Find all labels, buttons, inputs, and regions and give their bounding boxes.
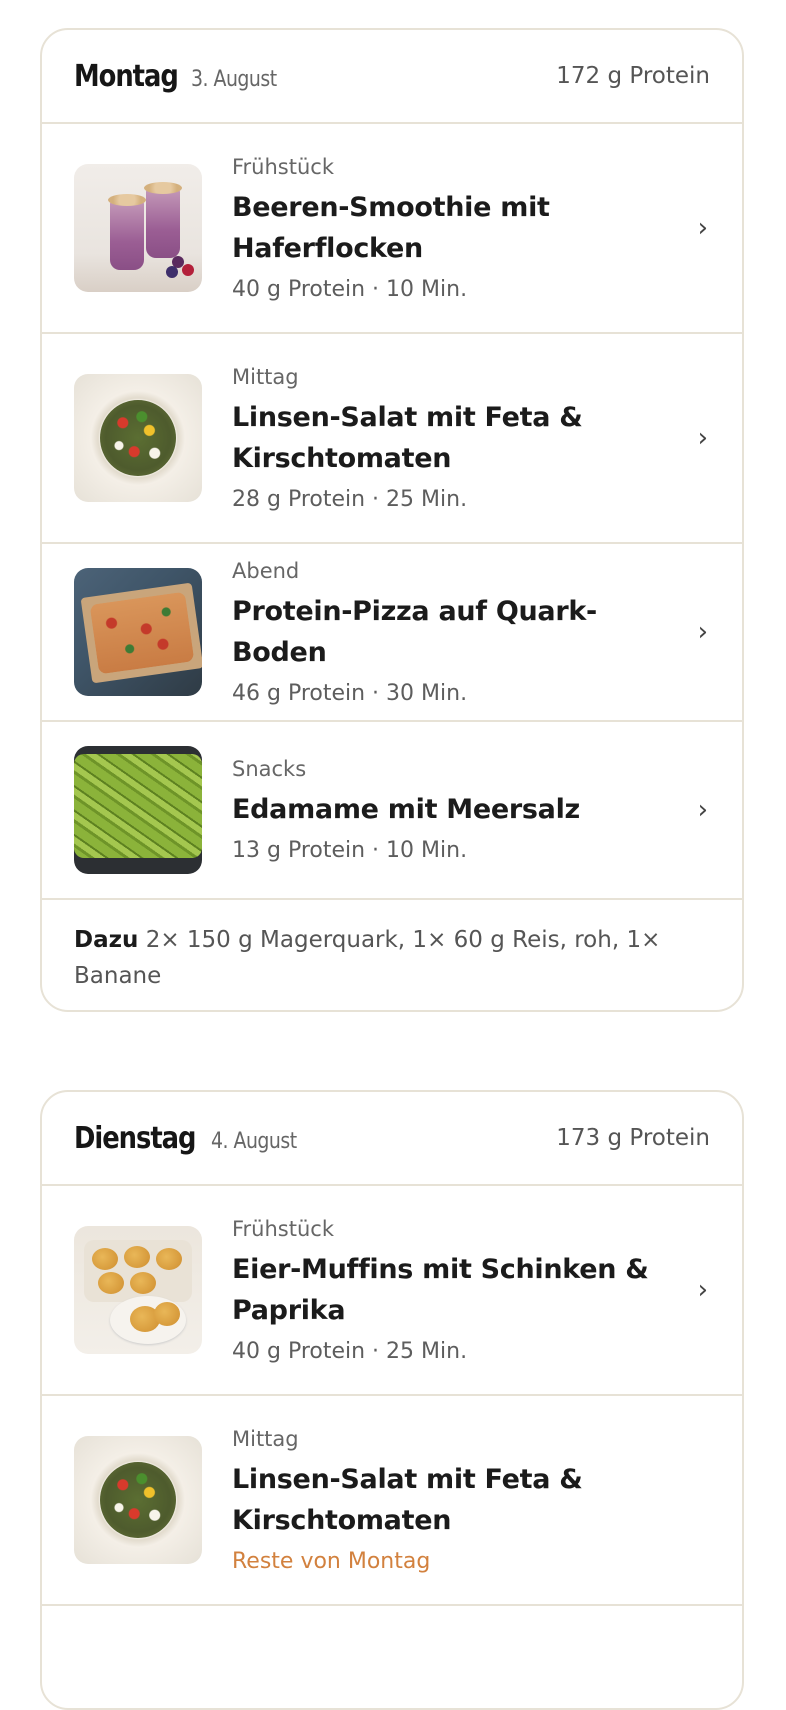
chevron-right-icon: › bbox=[697, 795, 708, 825]
meal-meta: 40 g Protein · 25 Min. bbox=[232, 1338, 468, 1364]
meal-text: Snacks Edamame mit Meersalz 13 g Protein… bbox=[232, 757, 710, 863]
meal-meta: 40 g Protein · 10 Min. bbox=[232, 276, 468, 302]
chevron-right-icon: › bbox=[697, 213, 708, 243]
meal-row-lunch[interactable]: Mittag Linsen-Salat mit Feta & Kirschtom… bbox=[42, 334, 742, 544]
meal-title-line: Haferflocken bbox=[232, 232, 423, 264]
protein-pizza-image bbox=[74, 568, 202, 696]
meal-title-line: Eier-Muffins mit Schinken & bbox=[232, 1253, 649, 1285]
meal-text: Frühstück Eier-Muffins mit Schinken & Pa… bbox=[232, 1217, 710, 1364]
meal-row-breakfast[interactable]: Frühstück Beeren-Smoothie mit Haferflock… bbox=[42, 124, 742, 334]
meal-text: Frühstück Beeren-Smoothie mit Haferflock… bbox=[232, 155, 710, 302]
leftover-note: Reste von Montag bbox=[232, 1548, 431, 1574]
day-header: Montag 3. August 172 g Protein bbox=[42, 30, 742, 124]
meal-title-line: Linsen-Salat mit Feta & bbox=[232, 401, 583, 433]
meal-title-line: Beeren-Smoothie mit bbox=[232, 191, 550, 223]
meal-meta: 28 g Protein · 25 Min. bbox=[232, 486, 468, 512]
meal-text: Abend Protein-Pizza auf Quark-Boden 46 g… bbox=[232, 559, 710, 706]
meal-type: Mittag bbox=[232, 1426, 299, 1451]
meal-text: Mittag Linsen-Salat mit Feta & Kirschtom… bbox=[232, 1427, 710, 1574]
day-name: Dienstag bbox=[74, 1120, 196, 1156]
day-date: 4. August bbox=[211, 1128, 297, 1154]
chevron-right-icon: › bbox=[697, 423, 708, 453]
meal-type: Frühstück bbox=[232, 1216, 334, 1241]
meal-title-line: Paprika bbox=[232, 1294, 346, 1326]
meal-row-snacks[interactable]: Snacks Edamame mit Meersalz 13 g Protein… bbox=[42, 722, 742, 900]
day-card-dienstag: Dienstag 4. August 173 g Protein Frühstü… bbox=[40, 1090, 744, 1710]
berry-smoothie-image bbox=[74, 164, 202, 292]
meal-title-line: Kirschtomaten bbox=[232, 1504, 452, 1536]
day-name: Montag bbox=[74, 58, 179, 94]
meal-type: Mittag bbox=[232, 364, 299, 389]
meal-title: Eier-Muffins mit Schinken & Paprika bbox=[232, 1249, 670, 1331]
lentil-salad-image bbox=[74, 1436, 202, 1564]
extras-text-continued: Banane bbox=[74, 963, 162, 989]
meal-title: Beeren-Smoothie mit Haferflocken bbox=[232, 187, 670, 269]
meal-title: Linsen-Salat mit Feta & Kirschtomaten bbox=[232, 397, 670, 479]
meal-row-lunch[interactable]: Mittag Linsen-Salat mit Feta & Kirschtom… bbox=[42, 1396, 742, 1606]
meal-type: Frühstück bbox=[232, 154, 334, 179]
meal-title-line: Linsen-Salat mit Feta & bbox=[232, 1463, 583, 1495]
meal-type: Abend bbox=[232, 558, 300, 583]
day-date: 3. August bbox=[190, 66, 277, 92]
edamame-image bbox=[74, 746, 202, 874]
meal-meta: 13 g Protein · 10 Min. bbox=[232, 838, 468, 863]
meal-title: Linsen-Salat mit Feta & Kirschtomaten bbox=[232, 1459, 670, 1541]
meal-row-breakfast[interactable]: Frühstück Eier-Muffins mit Schinken & Pa… bbox=[42, 1186, 742, 1396]
chevron-right-icon: › bbox=[697, 1275, 708, 1305]
egg-muffins-image bbox=[74, 1226, 202, 1354]
meal-title: Protein-Pizza auf Quark-Boden bbox=[232, 595, 597, 668]
extras-note: Dazu 2× 150 g Magerquark, 1× 60 g Reis, … bbox=[42, 900, 742, 1010]
lentil-salad-image bbox=[74, 374, 202, 502]
day-card-montag: Montag 3. August 172 g Protein Frühstück… bbox=[40, 28, 744, 1012]
day-header: Dienstag 4. August 173 g Protein bbox=[42, 1092, 742, 1186]
meal-row-dinner[interactable]: Abend Protein-Pizza auf Quark-Boden 46 g… bbox=[42, 544, 742, 722]
meal-title: Edamame mit Meersalz bbox=[232, 794, 580, 825]
day-title: Dienstag 4. August bbox=[74, 1121, 311, 1156]
day-title: Montag 3. August bbox=[74, 59, 290, 94]
meal-title-line: Kirschtomaten bbox=[232, 442, 452, 474]
meal-text: Mittag Linsen-Salat mit Feta & Kirschtom… bbox=[232, 365, 710, 512]
meal-type: Snacks bbox=[232, 757, 307, 781]
day-protein-total: 172 g Protein bbox=[556, 63, 710, 89]
extras-label: Dazu bbox=[74, 927, 139, 953]
extras-text: 2× 150 g Magerquark, 1× 60 g Reis, roh, … bbox=[145, 927, 661, 953]
meal-meta: 46 g Protein · 30 Min. bbox=[232, 680, 468, 706]
day-protein-total: 173 g Protein bbox=[556, 1125, 710, 1151]
chevron-right-icon: › bbox=[697, 617, 708, 647]
